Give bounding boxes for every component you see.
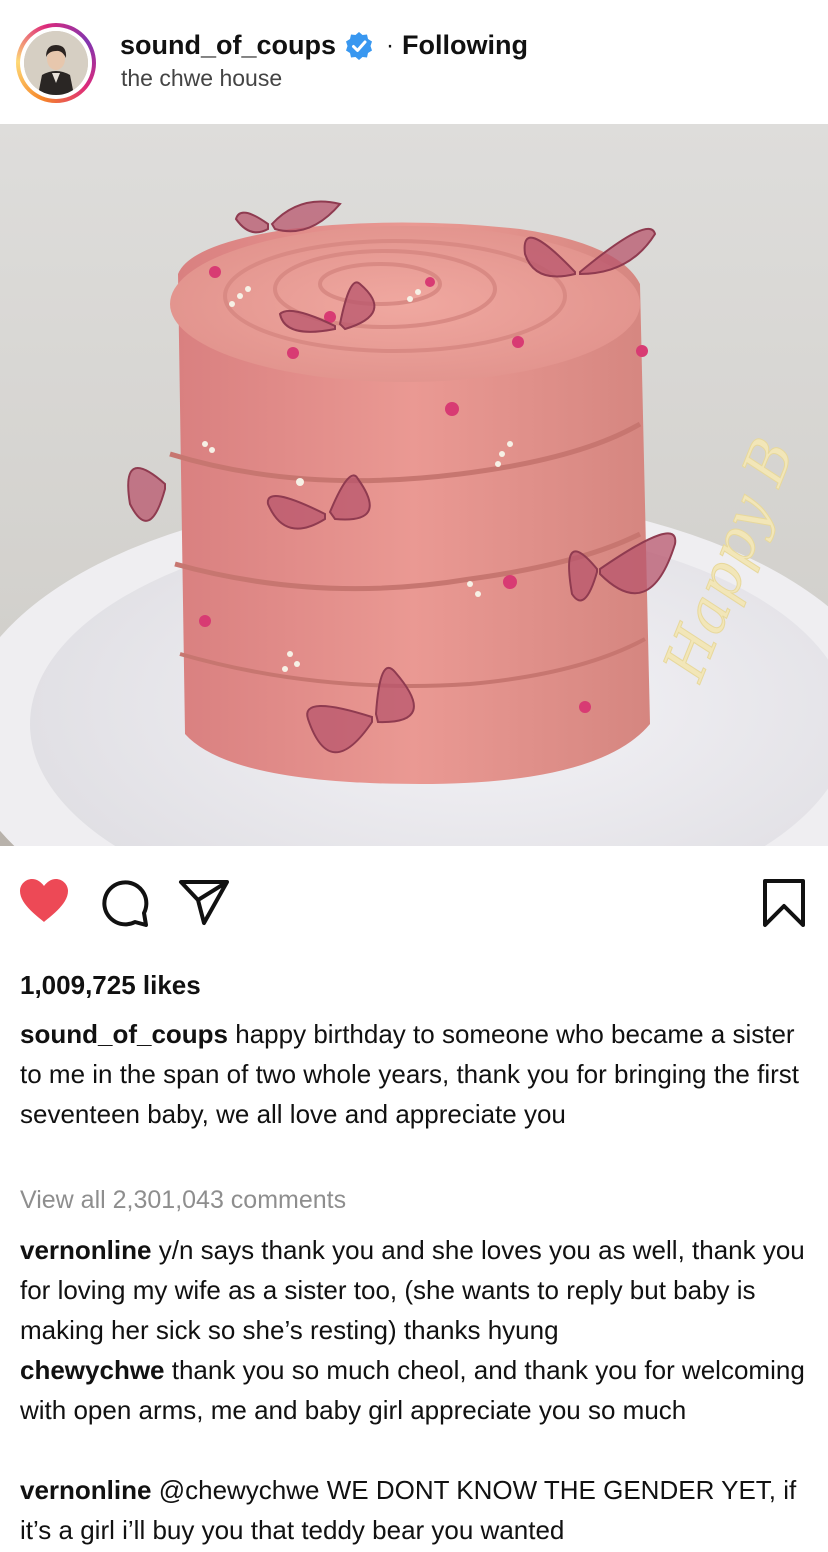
comment-username[interactable]: chewychwe [20,1355,165,1385]
avatar[interactable] [24,31,88,95]
avatar-portrait [24,31,88,95]
separator-dot: · [386,31,395,59]
paper-plane-icon[interactable] [178,878,230,926]
heart-icon[interactable] [18,878,70,924]
story-ring[interactable] [16,23,96,103]
caption-username[interactable]: sound_of_coups [20,1019,228,1049]
comment-username[interactable]: vernonline [20,1235,151,1265]
verified-badge-icon [346,31,373,60]
post-photo[interactable]: Happy B [0,124,828,846]
cake-photo: Happy B [0,124,828,846]
comment-icon[interactable] [100,878,150,928]
post-header: sound_of_coups · Following the chwe hous… [0,0,828,124]
bookmark-icon[interactable] [762,878,806,928]
caption: sound_of_coups happy birthday to someone… [20,1014,810,1134]
view-all-comments-link[interactable]: View all 2,301,043 comments [20,1186,346,1215]
comment-item: vernonline y/n says thank you and she lo… [20,1230,810,1350]
location-link[interactable]: the chwe house [121,65,282,92]
comment-item: chewychwe thank you so much cheol, and t… [20,1350,810,1430]
like-count[interactable]: 1,009,725 likes [20,970,201,1001]
username-row: sound_of_coups · Following [120,30,528,61]
following-button[interactable]: Following [402,30,528,61]
comment-item: vernonline @chewychwe WE DONT KNOW THE G… [20,1470,810,1550]
action-bar [0,870,828,932]
comment-username[interactable]: vernonline [20,1475,151,1505]
username[interactable]: sound_of_coups [120,30,336,61]
